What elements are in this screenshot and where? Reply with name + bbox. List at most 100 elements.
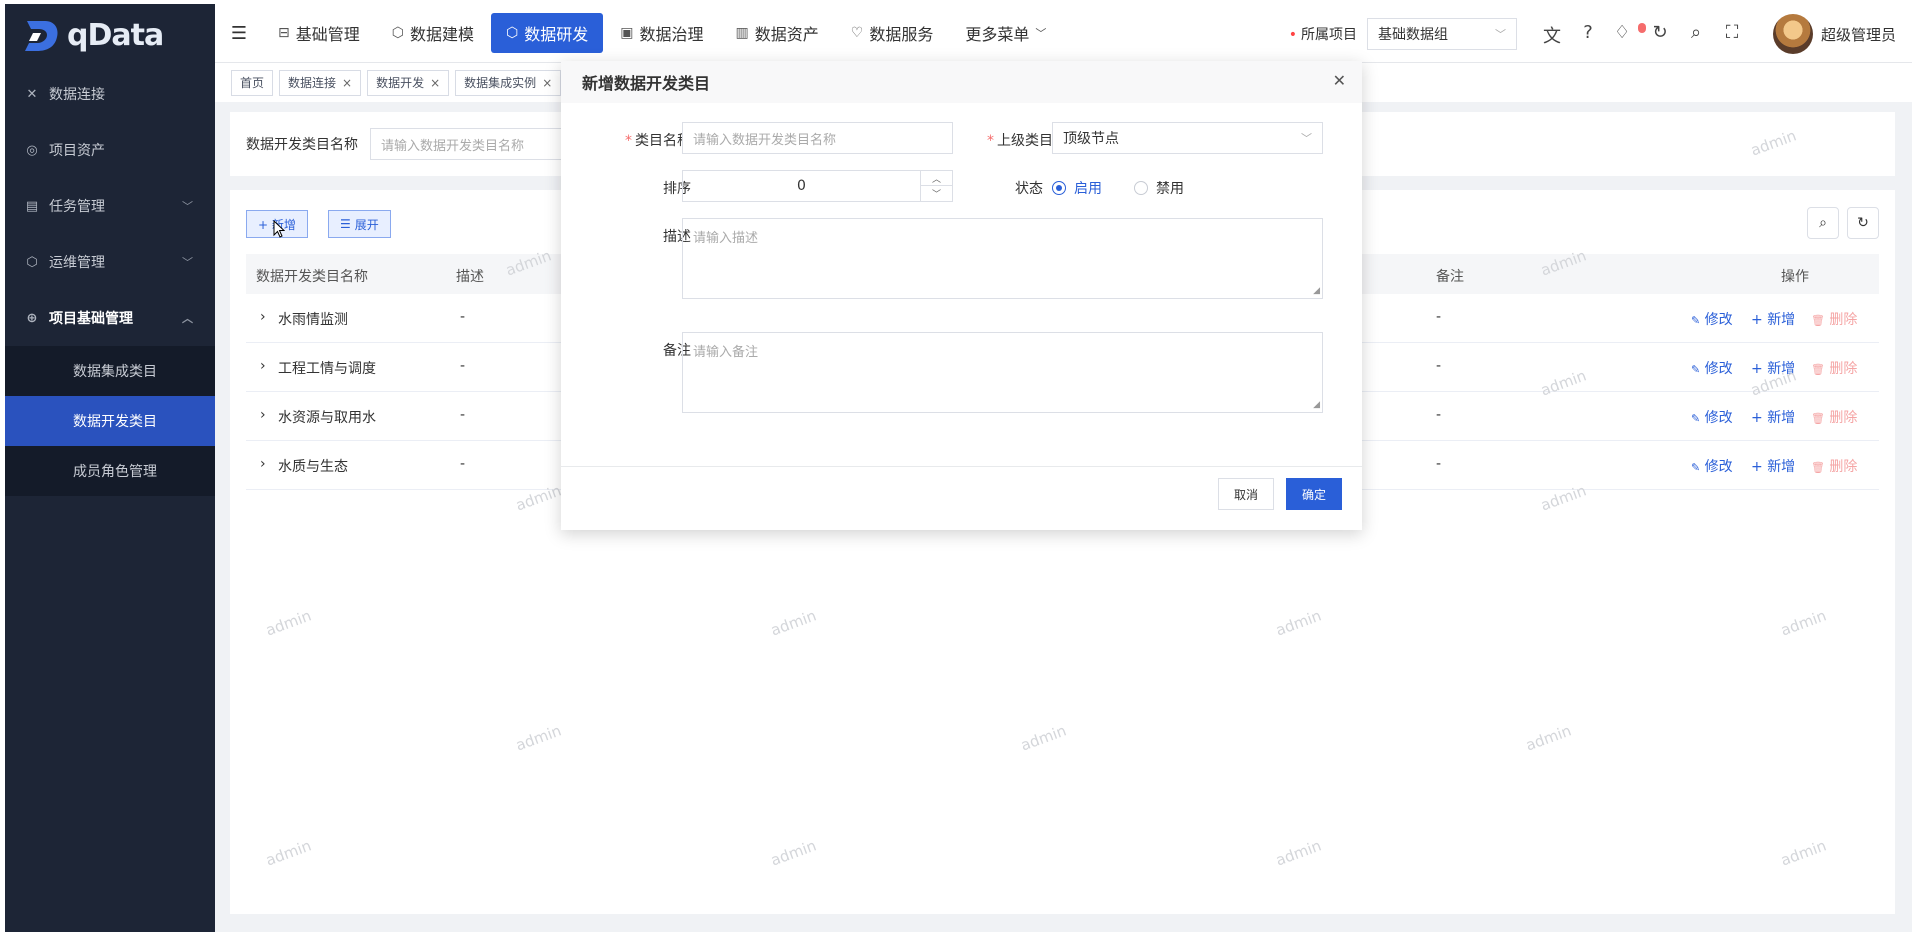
description-textarea[interactable]: 请输入描述 ◢ (682, 218, 1323, 299)
sidebar-item-label: 项目基础管理 (49, 311, 133, 327)
tag-data-development[interactable]: 数据开发 × (367, 69, 450, 96)
sort-stepper[interactable]: 0 ︿ ﹀ (682, 170, 953, 202)
project-select[interactable]: 基础数据组 ﹀ (1367, 18, 1517, 50)
close-icon[interactable]: × (342, 76, 352, 90)
delete-link[interactable]: 🗑 删除 (1811, 309, 1857, 329)
expand-row-icon[interactable]: › (260, 309, 266, 325)
sidebar-subitem-integration-category[interactable]: 数据集成类目 (5, 346, 215, 396)
row-remark: - (1436, 407, 1442, 423)
parent-category-select[interactable]: 顶级节点 ﹀ (1052, 122, 1323, 154)
edit-link[interactable]: ✎ 修改 (1691, 456, 1733, 476)
radio-unchecked-icon (1134, 181, 1148, 195)
chevron-down-icon: ﹀ (182, 256, 193, 269)
nav-more-menu[interactable]: 更多菜单 ﹀ (950, 13, 1061, 53)
nav-basic-management[interactable]: ⊟ 基础管理 (263, 13, 375, 53)
delete-link[interactable]: 🗑 删除 (1811, 456, 1857, 476)
radio-label: 启用 (1074, 181, 1102, 197)
nav-data-modeling[interactable]: ⬡ 数据建模 (377, 13, 489, 53)
expand-row-icon[interactable]: › (260, 358, 266, 374)
edit-link[interactable]: ✎ 修改 (1691, 358, 1733, 378)
search-icon: ⌕ (1819, 215, 1827, 231)
search-toggle-button[interactable]: ⌕ (1807, 207, 1839, 239)
row-desc: - (460, 358, 466, 374)
status-disable-radio[interactable]: 禁用 (1134, 178, 1184, 198)
cancel-button[interactable]: 取消 (1218, 478, 1274, 510)
add-child-link[interactable]: + 新增 (1751, 358, 1795, 378)
confirm-button[interactable]: 确定 (1286, 478, 1342, 510)
expand-button[interactable]: ☰ 展开 (328, 210, 391, 238)
user-menu[interactable]: 超级管理员 (1772, 14, 1896, 54)
stepper-arrows: ︿ ﹀ (920, 171, 952, 201)
sidebar-item-data-connection[interactable]: ✕ 数据连接 (5, 66, 215, 122)
tag-data-connection[interactable]: 数据连接 × (279, 69, 362, 96)
bell-icon[interactable]: ♢ (1614, 22, 1647, 48)
chevron-up-icon[interactable]: ︿ (921, 171, 952, 186)
refresh-icon[interactable]: ↻ (1650, 22, 1670, 48)
nav-label: 数据资产 (754, 25, 819, 44)
close-icon[interactable]: × (542, 76, 552, 90)
add-category-dialog: 新增数据开发类目 ✕ * 类目名称 请输入数据开发类目名称 * 上级类目 顶级节点 … (561, 61, 1362, 530)
remark-label: 备注 (663, 343, 691, 359)
image-icon: ▣ (620, 25, 634, 41)
sidebar-item-project-basic[interactable]: ⊕ 项目基础管理 ︿ (5, 290, 215, 346)
parent-category-label: * 上级类目 (987, 133, 1053, 149)
menu-fold-icon[interactable]: ☰ (215, 4, 263, 62)
chevron-down-icon[interactable]: ﹀ (921, 186, 952, 201)
tag-home[interactable]: 首页 (231, 69, 274, 96)
sidebar-item-label: 运维管理 (49, 255, 105, 271)
tag-integration-instance[interactable]: 数据集成实例 × (455, 69, 562, 96)
link-icon: ✕ (26, 86, 38, 102)
radio-checked-icon (1052, 181, 1066, 195)
help-icon[interactable]: ? (1578, 22, 1598, 48)
nav-data-services[interactable]: ♡ 数据服务 (836, 13, 949, 53)
mouse-cursor-icon (273, 220, 285, 238)
nav-label: 数据服务 (869, 25, 934, 44)
nav-data-governance[interactable]: ▣ 数据治理 (605, 13, 718, 53)
row-name: 水资源与取用水 (278, 410, 376, 426)
chevron-down-icon: ﹀ (182, 200, 193, 213)
resize-handle-icon[interactable]: ◢ (1313, 286, 1320, 296)
add-child-link[interactable]: + 新增 (1751, 456, 1795, 476)
category-name-input[interactable]: 请输入数据开发类目名称 (682, 122, 953, 154)
close-icon[interactable]: × (430, 76, 440, 90)
remark-textarea[interactable]: 请输入备注 ◢ (682, 332, 1323, 413)
edit-icon: ✎ (1691, 314, 1701, 327)
row-desc: - (460, 309, 466, 325)
status-label: 状态 (1015, 181, 1043, 197)
edit-link[interactable]: ✎ 修改 (1691, 309, 1733, 329)
expand-row-icon[interactable]: › (260, 456, 266, 472)
refresh-button[interactable]: ↻ (1847, 207, 1879, 239)
top-navbar: ☰ ⊟ 基础管理 ⬡ 数据建模 ⬡ 数据研发 ▣ 数据治理 ▥ 数据资产 ♡ 数… (215, 4, 1912, 62)
delete-link[interactable]: 🗑 删除 (1811, 407, 1857, 427)
project-selector: • 所属项目 基础数据组 ﹀ (1289, 18, 1517, 50)
project-value: 基础数据组 (1378, 27, 1448, 43)
row-desc: - (460, 407, 466, 423)
tag-label: 首页 (240, 76, 265, 90)
sidebar-subitem-member-roles[interactable]: 成员角色管理 (5, 446, 215, 496)
expand-row-icon[interactable]: › (260, 407, 266, 423)
delete-link[interactable]: 🗑 删除 (1811, 358, 1857, 378)
sidebar-item-ops-management[interactable]: ⬡ 运维管理 ﹀ (5, 234, 215, 290)
fullscreen-icon[interactable]: ⛶ (1722, 22, 1742, 48)
sidebar-item-task-management[interactable]: ▤ 任务管理 ﹀ (5, 178, 215, 234)
trash-icon: 🗑 (1811, 461, 1825, 474)
parent-category-value: 顶级节点 (1063, 131, 1119, 147)
translate-icon[interactable]: 文 (1542, 22, 1562, 48)
edit-link[interactable]: ✎ 修改 (1691, 407, 1733, 427)
radio-label: 禁用 (1156, 181, 1184, 197)
row-name: 水质与生态 (278, 459, 348, 475)
row-remark: - (1436, 358, 1442, 374)
add-child-link[interactable]: + 新增 (1751, 309, 1795, 329)
resize-handle-icon[interactable]: ◢ (1313, 400, 1320, 410)
sidebar-item-project-assets[interactable]: ◎ 项目资产 (5, 122, 215, 178)
search-icon[interactable]: ⌕ (1686, 22, 1706, 48)
nav-data-development[interactable]: ⬡ 数据研发 (491, 13, 604, 53)
status-enable-radio[interactable]: 启用 (1052, 178, 1102, 198)
nav-data-assets[interactable]: ▥ 数据资产 (721, 13, 834, 53)
avatar[interactable] (1772, 14, 1813, 54)
sidebar-subitem-dev-category[interactable]: 数据开发类目 (5, 396, 215, 446)
col-desc-header: 描述 (456, 269, 484, 285)
add-child-link[interactable]: + 新增 (1751, 407, 1795, 427)
close-icon[interactable]: ✕ (1333, 71, 1346, 90)
nav-label: 数据研发 (524, 25, 589, 44)
